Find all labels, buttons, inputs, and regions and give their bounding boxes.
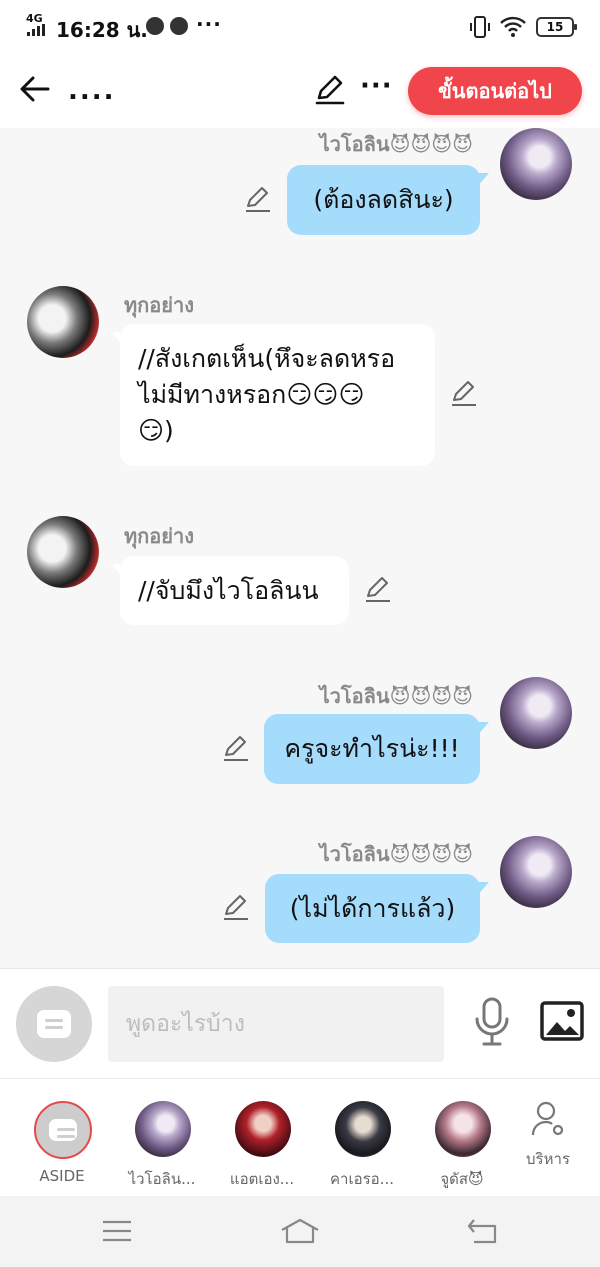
character-item[interactable]: คาเอรอ... — [314, 1079, 410, 1197]
message-input[interactable] — [108, 986, 444, 1062]
notification-icon — [146, 17, 164, 35]
battery-level: 15 — [546, 20, 564, 34]
battery-icon: 15 — [536, 17, 577, 37]
chat-bubble-icon — [49, 1119, 77, 1141]
character-avatar — [435, 1101, 491, 1157]
character-item[interactable]: จูดัส😈 — [414, 1079, 510, 1197]
character-aside[interactable]: ASIDE — [14, 1079, 110, 1197]
pencil-icon[interactable] — [314, 74, 346, 106]
admin-label: บริหาร — [526, 1150, 570, 1168]
character-avatar — [235, 1101, 291, 1157]
character-label: จูดัส😈 — [440, 1170, 484, 1188]
avatar[interactable] — [27, 516, 99, 588]
user-gear-icon — [531, 1101, 564, 1136]
more-notifications-icon: ··· — [196, 12, 222, 36]
character-avatar — [135, 1101, 191, 1157]
sender-name: ทุกอย่าง — [124, 524, 195, 548]
story-title: .... — [68, 76, 116, 106]
avatar[interactable] — [500, 836, 572, 908]
next-step-button[interactable]: ขั้นตอนต่อไป — [408, 67, 582, 115]
character-label: คาเอรอ... — [330, 1170, 394, 1188]
character-label: แอตเอง... — [229, 1170, 295, 1188]
message-bubble[interactable]: //สังเกตเห็น(หึจะลดหรอ ไม่มีทางหรอก😏😏😏 😏… — [111, 324, 435, 466]
character-selector: ASIDE ไวโอลิน... แอตเอง... คาเอรอ... จูด… — [0, 1078, 600, 1196]
arrow-left-icon[interactable] — [18, 72, 52, 106]
wifi-icon — [500, 16, 526, 37]
clock: 16:28 น. — [56, 18, 148, 42]
pencil-icon[interactable] — [244, 186, 272, 214]
character-label: ASIDE — [39, 1167, 85, 1185]
sender-name: ทุกอย่าง — [124, 293, 195, 317]
pencil-icon[interactable] — [364, 576, 392, 604]
character-item[interactable]: ไวโอลิน... — [114, 1079, 210, 1197]
admin-button[interactable]: บริหาร — [514, 1101, 582, 1171]
vibrate-icon — [470, 16, 490, 38]
avatar[interactable] — [500, 128, 572, 200]
character-label: ไวโอลิน... — [128, 1170, 196, 1188]
chat-bubble-icon — [37, 1010, 71, 1038]
top-app-bar: .... ··· ขั้นตอนต่อไป — [0, 54, 600, 128]
more-options-icon[interactable]: ··· — [360, 71, 393, 101]
network-type: 4G — [26, 12, 43, 25]
pencil-icon[interactable] — [222, 894, 250, 922]
character-item[interactable]: แอตเอง... — [214, 1079, 310, 1197]
signal-icon — [27, 24, 45, 36]
message-bubble[interactable]: ครูจะทำไรน่ะ!!! — [264, 714, 489, 784]
message-bubble[interactable]: (ไม่ได้การแล้ว) — [265, 874, 489, 943]
avatar[interactable] — [27, 286, 99, 358]
pencil-icon[interactable] — [222, 735, 250, 763]
message-bubble[interactable]: //จับมึงไวโอลินน — [111, 556, 349, 625]
sender-name: ไวโอลิน😈😈😈😈 — [319, 842, 473, 866]
menu-icon[interactable] — [100, 1216, 134, 1246]
status-bar: 4G 16:28 น. ··· 15 — [0, 0, 600, 54]
message-bubble[interactable]: (ต้องลดสินะ) — [287, 165, 489, 235]
system-nav-bar — [0, 1196, 600, 1267]
chrome-icon — [170, 17, 188, 35]
sender-name: ไวโอลิน😈😈😈😈 — [319, 684, 473, 708]
aside-toggle-button[interactable] — [16, 986, 92, 1062]
character-avatar — [335, 1101, 391, 1157]
sender-name: ไวโอลิน😈😈😈😈 — [319, 132, 473, 156]
chat-area[interactable]: ไวโอลิน😈😈😈😈 (ต้องลดสินะ) ทุกอย่าง //สังเ… — [0, 128, 600, 968]
back-nav-icon[interactable] — [466, 1216, 500, 1246]
image-icon[interactable] — [540, 1001, 584, 1041]
aside-avatar — [34, 1101, 92, 1159]
avatar[interactable] — [500, 677, 572, 749]
home-icon[interactable] — [280, 1216, 320, 1246]
microphone-icon[interactable] — [472, 997, 512, 1047]
pencil-icon[interactable] — [450, 380, 478, 408]
composer — [0, 968, 600, 1078]
